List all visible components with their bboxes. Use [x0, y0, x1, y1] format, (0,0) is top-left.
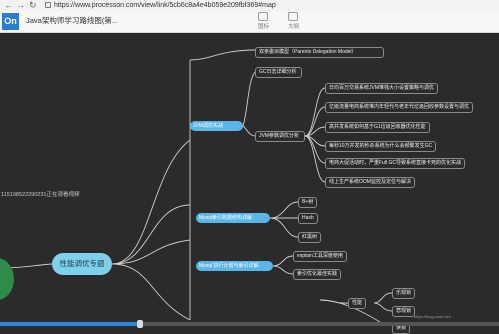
node-mysql-explain[interactable]: Mysql 执行计划与索引详解 [196, 261, 273, 271]
perf-optimistic-lock[interactable]: 乐观锁 [392, 288, 416, 299]
jvm-item-6[interactable]: 线上生产系统OOM监控及定位与解决 [325, 177, 415, 188]
jvm-item-1[interactable]: 日均百万交易系统JVM堆栈大小设置策略与调优 [325, 83, 439, 94]
mysql-index-hash[interactable]: Hash [298, 213, 318, 224]
status-url-text: https://blog.csdn.net/... [414, 314, 455, 319]
jvm-item-2[interactable]: 亿级流量电商系统堆内年轻代与老年代垃圾回收参数设置与调优 [325, 102, 474, 113]
root-node[interactable]: 性能调优专题 [52, 253, 112, 275]
node-jvm-params[interactable]: JVM参数调优分析 [255, 131, 305, 142]
node-perf[interactable]: 性能 [348, 298, 367, 309]
video-progress-knob[interactable] [136, 320, 143, 328]
jvm-item-3[interactable]: 高并发系统如何基于G1垃圾回收器优化性能 [325, 122, 430, 133]
node-jvm-tuning[interactable]: JVM调优实战 [190, 121, 243, 131]
mysql-explain-tool[interactable]: explain工具深度使用 [293, 251, 347, 262]
video-progress-fill [0, 322, 140, 326]
jvm-item-5[interactable]: 电商大促活动时，严重Full GC导致系统直接卡死的优化实战 [325, 158, 465, 169]
node-parents-delegation[interactable]: 双亲委派模型（Parents Delegation Model） [255, 47, 384, 58]
video-progress-bar[interactable] [0, 322, 499, 326]
node-gc-log[interactable]: GC日志详细分析 [255, 67, 302, 78]
node-mysql-index[interactable]: Mysql索引数据结构详解 [196, 213, 270, 223]
mysql-index-bplus-tree[interactable]: B+树 [298, 197, 318, 208]
mysql-index-red-black-tree[interactable]: 红黑树 [298, 232, 322, 243]
viewer-count-text: 115198522290231正在观看视频 [1, 192, 80, 198]
mysql-index-best-practice[interactable]: 索引优化最佳实践 [293, 269, 342, 280]
perf-pessimistic-lock[interactable]: 悲观锁 [392, 306, 416, 317]
jvm-item-4[interactable]: 每秒10万并发的秒杀系统为什么会频繁发生GC [325, 141, 437, 152]
